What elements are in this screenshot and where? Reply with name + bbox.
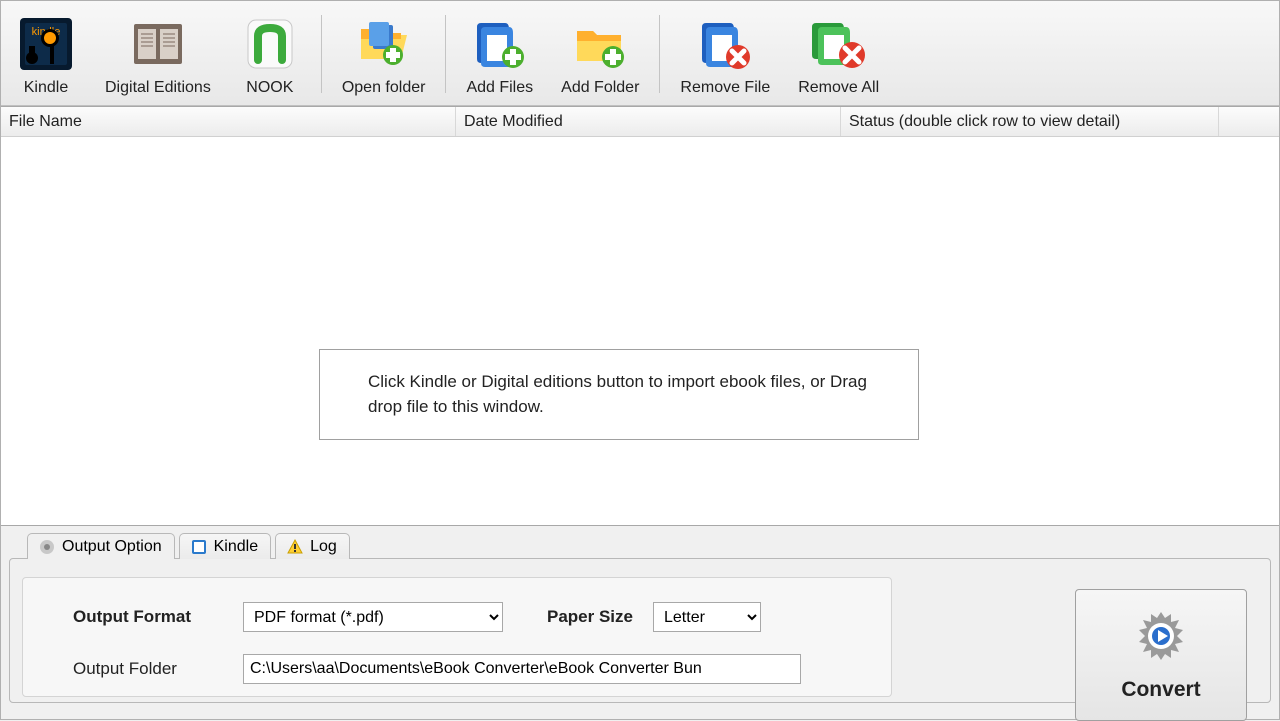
- toolbar-separator: [321, 15, 322, 93]
- column-date-modified[interactable]: Date Modified: [456, 107, 841, 136]
- open-folder-button[interactable]: Open folder: [328, 9, 440, 99]
- warning-icon: [286, 538, 304, 556]
- remove-group: Remove File Remove All: [666, 9, 893, 99]
- open-folder-label: Open folder: [342, 79, 426, 97]
- remove-file-label: Remove File: [680, 79, 770, 97]
- main-toolbar: kindle Kindle: [1, 1, 1279, 106]
- book-icon: [190, 538, 208, 556]
- kindle-icon: kindle: [15, 13, 77, 75]
- digital-editions-button[interactable]: Digital Editions: [91, 9, 225, 99]
- add-folder-icon: [569, 13, 631, 75]
- toolbar-separator: [659, 15, 660, 93]
- kindle-label: Kindle: [24, 79, 68, 97]
- tab-kindle[interactable]: Kindle: [179, 533, 271, 559]
- remove-all-label: Remove All: [798, 79, 879, 97]
- file-list[interactable]: File Name Date Modified Status (double c…: [1, 106, 1279, 526]
- convert-button[interactable]: Convert: [1075, 589, 1247, 721]
- file-group: Add Files Add Folder: [452, 9, 653, 99]
- paper-size-select[interactable]: Letter: [653, 602, 761, 632]
- toolbar-separator: [445, 15, 446, 93]
- remove-all-icon: [808, 13, 870, 75]
- column-status[interactable]: Status (double click row to view detail): [841, 107, 1219, 136]
- convert-label: Convert: [1121, 678, 1200, 702]
- column-spacer: [1219, 107, 1279, 136]
- output-folder-label: Output Folder: [73, 659, 223, 679]
- add-folder-label: Add Folder: [561, 79, 639, 97]
- tab-output-option-label: Output Option: [62, 538, 162, 556]
- add-files-label: Add Files: [466, 79, 533, 97]
- tab-log-label: Log: [310, 538, 337, 556]
- empty-placeholder: Click Kindle or Digital editions button …: [319, 349, 919, 440]
- remove-file-icon: [694, 13, 756, 75]
- tab-output-option[interactable]: Output Option: [27, 533, 175, 559]
- remove-all-button[interactable]: Remove All: [784, 9, 893, 99]
- gear-icon: [38, 538, 56, 556]
- digital-editions-label: Digital Editions: [105, 79, 211, 97]
- list-header: File Name Date Modified Status (double c…: [1, 107, 1279, 137]
- output-format-select[interactable]: PDF format (*.pdf): [243, 602, 503, 632]
- add-files-icon: [469, 13, 531, 75]
- column-file-name[interactable]: File Name: [1, 107, 456, 136]
- app-window: kindle Kindle: [0, 0, 1280, 720]
- paper-size-label: Paper Size: [547, 607, 633, 627]
- digital-editions-icon: [127, 13, 189, 75]
- nook-label: NOOK: [246, 79, 293, 97]
- tab-kindle-label: Kindle: [214, 538, 258, 556]
- add-folder-button[interactable]: Add Folder: [547, 9, 653, 99]
- output-folder-input[interactable]: [243, 654, 801, 684]
- tab-log[interactable]: Log: [275, 533, 350, 559]
- kindle-button[interactable]: kindle Kindle: [1, 9, 91, 99]
- output-format-label: Output Format: [73, 607, 223, 627]
- nook-button[interactable]: NOOK: [225, 9, 315, 99]
- source-group: kindle Kindle: [1, 9, 315, 99]
- open-folder-icon: [353, 13, 415, 75]
- remove-file-button[interactable]: Remove File: [666, 9, 784, 99]
- add-files-button[interactable]: Add Files: [452, 9, 547, 99]
- bottom-panel: Output Option Kindle Log Output Format: [1, 526, 1279, 719]
- nook-icon: [239, 13, 301, 75]
- gear-play-icon: [1133, 608, 1189, 670]
- output-form: Output Format PDF format (*.pdf) Paper S…: [22, 577, 892, 697]
- tab-strip: Output Option Kindle Log: [9, 532, 1271, 558]
